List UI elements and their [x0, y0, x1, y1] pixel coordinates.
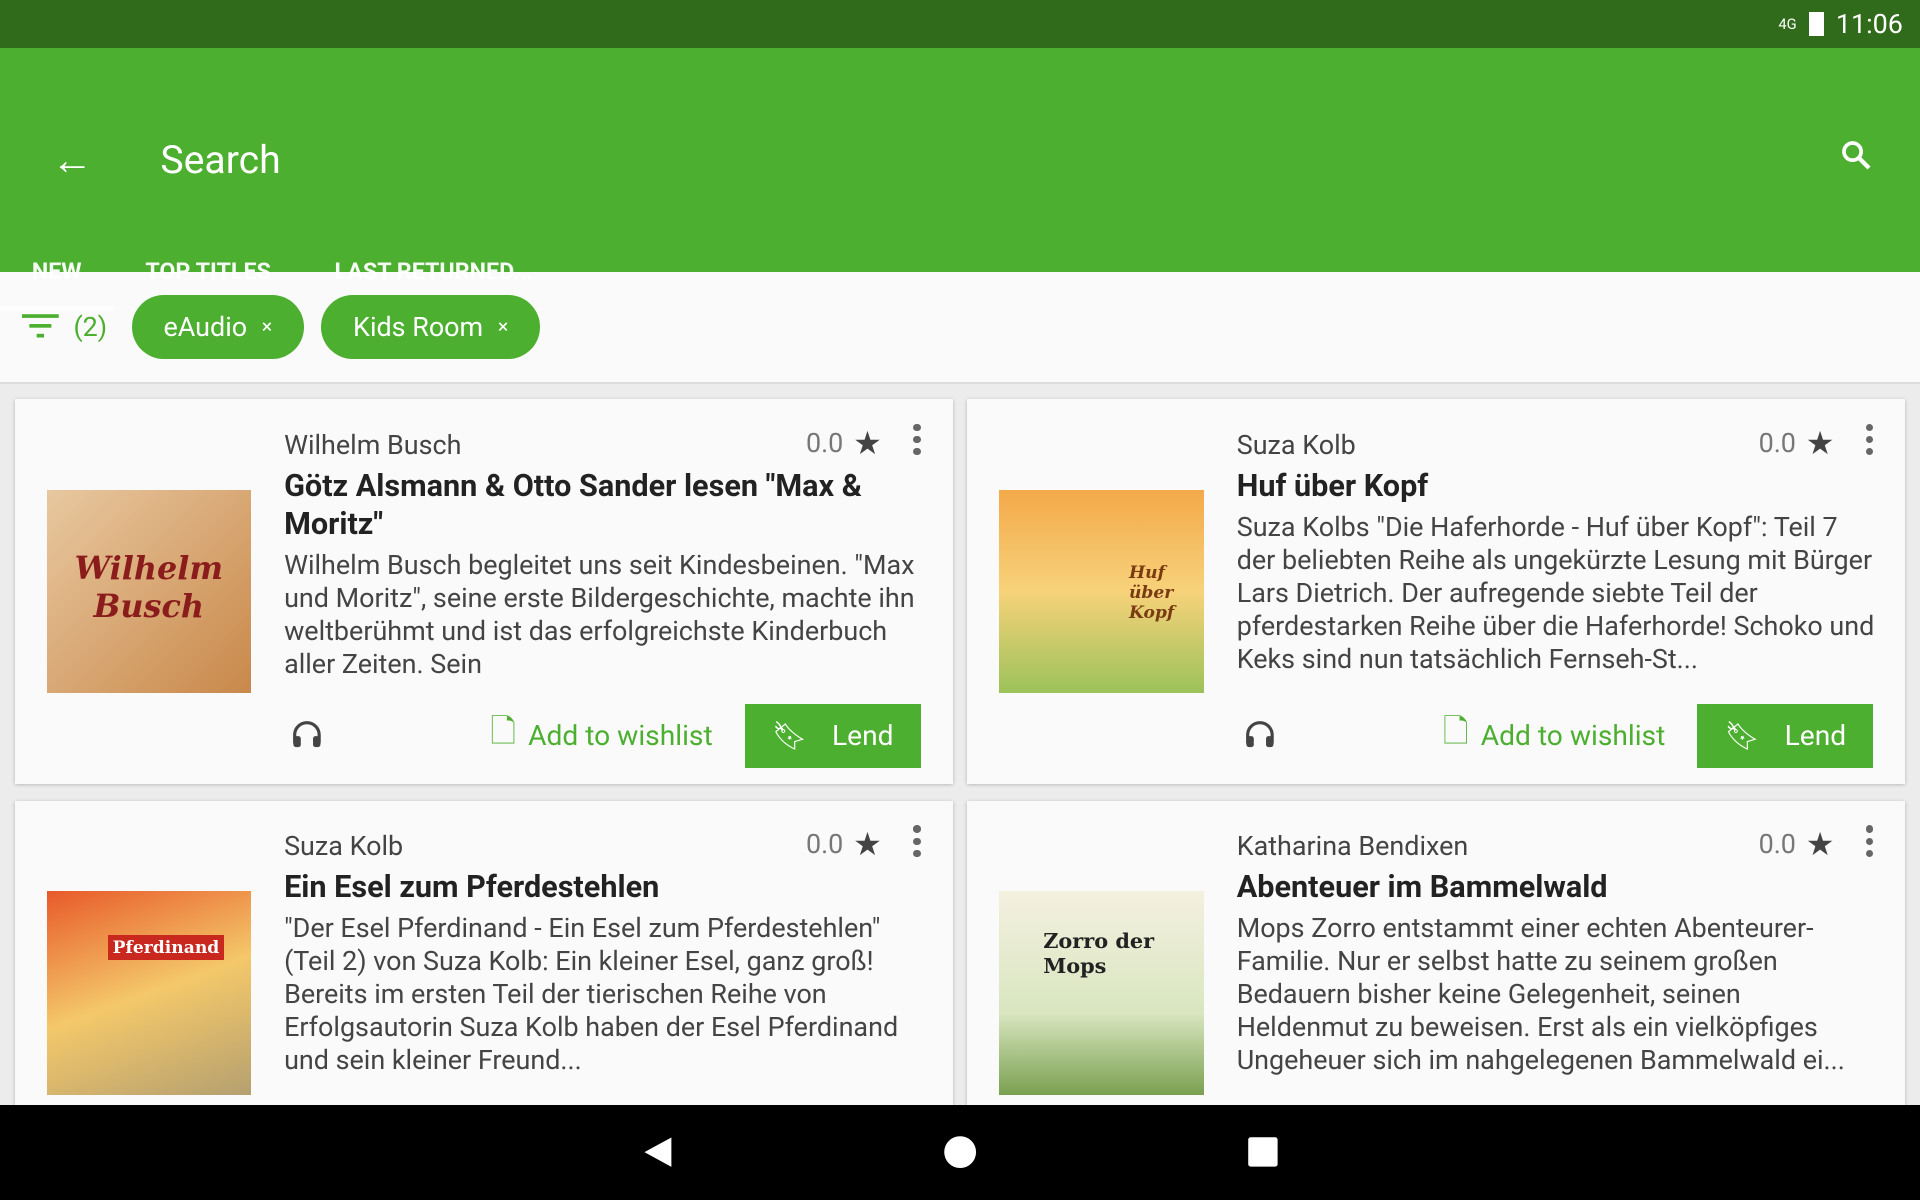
- battery-icon: [1808, 11, 1824, 37]
- chip-label: eAudio: [163, 310, 248, 343]
- headphones-icon: [1244, 719, 1443, 753]
- search-icon[interactable]: [1839, 138, 1873, 177]
- author: Suza Kolb: [1236, 428, 1356, 461]
- add-to-wishlist-button[interactable]: 🗋 Add to wishlist: [490, 709, 712, 763]
- cover-image[interactable]: Huf über Kopf: [999, 489, 1204, 694]
- headphones-icon: [291, 719, 490, 753]
- system-nav-bar: [0, 1104, 1920, 1200]
- author: Wilhelm Busch: [284, 428, 462, 461]
- card-title[interactable]: Huf über Kopf: [1237, 468, 1857, 506]
- results-grid: Wilhelm Busch Wilhelm Busch 0.0 ★ Götz Al…: [14, 399, 1906, 1186]
- cover-image[interactable]: Zorro der Mops: [999, 891, 1204, 1095]
- card-description: "Der Esel Pferdinand - Ein Esel zum Pfer…: [284, 912, 899, 1077]
- bookmark-icon: 🔖︎: [771, 719, 808, 753]
- card-title[interactable]: Ein Esel zum Pferdestehlen: [284, 869, 904, 907]
- author: Suza Kolb: [284, 830, 404, 863]
- tab-bar: NEW TOP TITLES LAST RETURNED...: [0, 231, 565, 311]
- bookmark-icon: 🔖︎: [1724, 719, 1761, 753]
- card-title[interactable]: Abenteuer im Bammelwald: [1237, 869, 1857, 907]
- cover-image[interactable]: Pferdinand: [46, 891, 251, 1095]
- more-options-icon[interactable]: [1866, 423, 1874, 461]
- filter-icon: [22, 314, 59, 338]
- network-indicator: 4G: [1778, 14, 1797, 33]
- rating: 0.0 ★: [1758, 825, 1835, 864]
- rating: 0.0 ★: [805, 825, 882, 864]
- rating: 0.0 ★: [805, 423, 882, 462]
- star-icon: ★: [853, 825, 882, 864]
- tab-last-returned[interactable]: LAST RETURNED...: [303, 231, 565, 309]
- card-description: Mops Zorro entstammt einer echten Abente…: [1236, 912, 1845, 1077]
- card-description: Suza Kolbs "Die Haferhorde - Huf über Ko…: [1236, 510, 1875, 675]
- wishlist-add-icon: 🗋: [490, 711, 516, 750]
- star-icon: ★: [853, 423, 882, 462]
- page-title: Search: [160, 137, 281, 184]
- back-arrow-icon[interactable]: ←: [51, 136, 93, 185]
- title-card[interactable]: Wilhelm Busch Wilhelm Busch 0.0 ★ Götz Al…: [14, 399, 953, 784]
- filter-button[interactable]: (2): [22, 311, 107, 343]
- filter-count: (2): [73, 310, 108, 343]
- cover-image[interactable]: Wilhelm Busch: [46, 489, 251, 694]
- chip-label: Kids Room: [353, 310, 484, 343]
- home-nav-icon[interactable]: [943, 1135, 977, 1169]
- author: Katharina Bendixen: [1236, 830, 1469, 863]
- wishlist-add-icon: 🗋: [1442, 711, 1469, 750]
- close-icon[interactable]: ×: [262, 315, 272, 338]
- status-bar: 4G 11:06: [0, 0, 1920, 48]
- title-card[interactable]: Huf über Kopf Suza Kolb 0.0 ★ Huf über Ko…: [967, 399, 1906, 784]
- more-options-icon[interactable]: [1866, 825, 1874, 862]
- recents-nav-icon[interactable]: [1247, 1136, 1279, 1168]
- star-icon: ★: [1805, 825, 1835, 864]
- add-to-wishlist-button[interactable]: 🗋 Add to wishlist: [1443, 709, 1665, 763]
- lend-button[interactable]: 🔖︎ Lend: [1697, 704, 1874, 768]
- card-title[interactable]: Götz Alsmann & Otto Sander lesen "Max & …: [284, 468, 904, 544]
- star-icon: ★: [1805, 423, 1835, 462]
- tab-top-titles[interactable]: TOP TITLES: [113, 231, 302, 309]
- lend-button[interactable]: 🔖︎ Lend: [744, 704, 921, 768]
- close-icon[interactable]: ×: [498, 315, 508, 338]
- app-bar: ← Search NEW TOP TITLES LAST RETURNED...: [0, 47, 1920, 311]
- clock: 11:06: [1835, 7, 1903, 40]
- rating: 0.0 ★: [1758, 423, 1835, 462]
- back-nav-icon[interactable]: [642, 1135, 674, 1169]
- card-description: Wilhelm Busch begleitet uns seit Kindesb…: [284, 548, 915, 680]
- tab-new[interactable]: NEW: [0, 231, 114, 311]
- more-options-icon[interactable]: [913, 423, 921, 461]
- more-options-icon[interactable]: [913, 825, 921, 862]
